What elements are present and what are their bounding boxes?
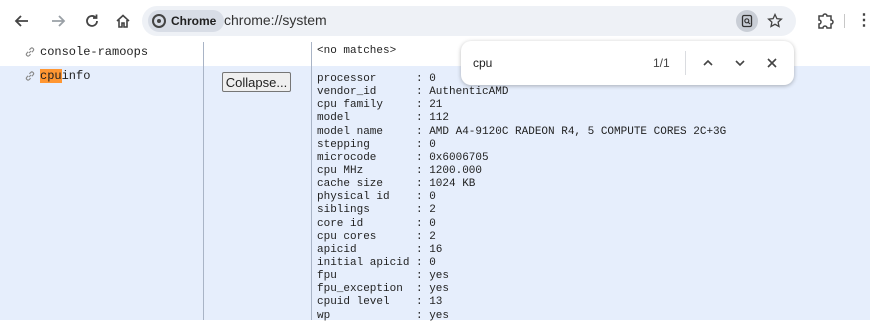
detail-key: model name (317, 125, 384, 138)
detail-key: model (317, 112, 351, 125)
detail-key: apicid (317, 243, 357, 256)
detail-line: cpu MHz : 1200.000 (317, 165, 726, 178)
find-bar: cpu 1/1 (461, 41, 794, 85)
detail-line: cpu cores : 2 (317, 231, 726, 244)
detail-key: microcode (317, 151, 377, 164)
url-text[interactable]: chrome://system (224, 12, 327, 28)
row-name-rest: info (61, 69, 91, 83)
detail-line: microcode : 0x6006705 (317, 152, 726, 165)
detail-line: wp: yes (317, 310, 726, 323)
chrome-logo-icon (152, 14, 166, 28)
detail-value: : yes (416, 270, 450, 283)
detail-line: siblings : 2 (317, 204, 726, 217)
detail-value: : 1024 KB (416, 178, 476, 191)
detail-value: : 0 (416, 73, 436, 85)
address-bar[interactable]: Chrome chrome://system (142, 6, 796, 36)
detail-value: : 16 (416, 243, 443, 256)
previous-match-icon[interactable] (698, 53, 718, 73)
detail-value: : 0 (416, 191, 436, 204)
row-value: <no matches> (317, 45, 397, 57)
detail-value: : AMD A4-9120C RADEON R4, 5 COMPUTE CORE… (416, 125, 727, 138)
column-divider (203, 42, 204, 320)
detail-key: cache size (317, 178, 384, 191)
detail-value: : yes (416, 283, 450, 296)
row-name: cpuinfo (40, 69, 90, 83)
detail-line: model : 112 (317, 112, 726, 125)
detail-line: stepping : 0 (317, 139, 726, 152)
detail-key: vendor_id (317, 86, 377, 99)
detail-key: stepping (317, 138, 370, 151)
detail-line: cpu family : 21 (317, 99, 726, 112)
detail-line: fpu_exception : yes (317, 283, 726, 296)
detail-key: cpu MHz (317, 164, 364, 177)
find-divider (685, 51, 686, 75)
detail-value: : 21 (416, 99, 443, 112)
detail-line: fpu : yes (317, 270, 726, 283)
next-match-icon[interactable] (730, 53, 750, 73)
link-icon[interactable] (24, 46, 36, 58)
row-name: console-ramoops (40, 45, 149, 59)
column-divider (311, 42, 312, 320)
detail-line: model name : AMD A4-9120C RADEON R4, 5 CO… (317, 126, 726, 139)
back-arrow-icon[interactable] (10, 9, 34, 33)
detail-line: cpuid level : 13 (317, 296, 726, 309)
link-icon[interactable] (24, 70, 36, 82)
detail-line: vendor_id : AuthenticAMD (317, 86, 726, 99)
search-match-highlight: cpu (40, 69, 62, 83)
detail-value: : 2 (416, 230, 436, 243)
detail-key: wp (317, 309, 331, 322)
bookmark-star-icon[interactable] (764, 10, 786, 32)
detail-value: : 2 (416, 204, 436, 217)
collapse-button[interactable]: Collapse... (222, 72, 291, 92)
detail-key: cpu family (317, 99, 384, 112)
detail-line: cache size : 1024 KB (317, 178, 726, 191)
detail-value: : 112 (416, 112, 450, 125)
find-input[interactable]: cpu (473, 56, 492, 70)
page-search-icon[interactable] (736, 10, 758, 32)
detail-key: cpuid level (317, 296, 390, 309)
detail-key: core id (317, 217, 364, 230)
find-result-count: 1/1 (653, 56, 670, 70)
site-chip-label: Chrome (171, 14, 217, 28)
detail-key: initial apicid (317, 256, 410, 269)
more-menu-icon[interactable]: ⋮ (856, 10, 870, 32)
detail-key: cpu cores (317, 230, 377, 243)
detail-value: : 1200.000 (416, 164, 483, 177)
detail-value: : 13 (416, 296, 443, 309)
home-icon[interactable] (111, 9, 135, 33)
detail-value: : 0 (416, 256, 436, 269)
extensions-puzzle-icon[interactable] (813, 9, 837, 33)
detail-key: siblings (317, 204, 370, 217)
detail-line: initial apicid : 0 (317, 257, 726, 270)
toolbar-divider (844, 14, 845, 28)
cpuinfo-details: processor: 0 vendor_id: AuthenticAMD cpu f… (317, 73, 726, 323)
forward-arrow-icon[interactable] (46, 9, 70, 33)
detail-line: physical id : 0 (317, 191, 726, 204)
detail-value: : AuthenticAMD (416, 86, 509, 99)
detail-key: fpu_exception (317, 283, 403, 296)
close-icon[interactable] (762, 53, 782, 73)
reload-icon[interactable] (80, 9, 104, 33)
browser-toolbar: Chrome chrome://system ⋮ (0, 0, 870, 42)
detail-line: apicid : 16 (317, 244, 726, 257)
detail-value: : 0 (416, 138, 436, 151)
detail-key: processor (317, 73, 377, 85)
detail-key: physical id (317, 191, 390, 204)
detail-value: : 0x6006705 (416, 151, 489, 164)
detail-key: fpu (317, 270, 337, 283)
detail-value: : 0 (416, 217, 436, 230)
site-chip[interactable]: Chrome (148, 10, 225, 32)
detail-line: core id : 0 (317, 218, 726, 231)
